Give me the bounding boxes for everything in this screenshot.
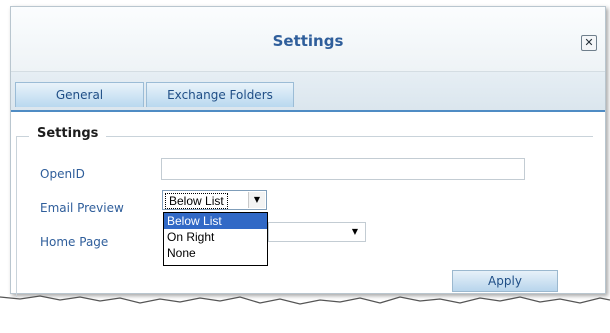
chevron-down-icon[interactable]: ▼ (248, 192, 265, 208)
email-preview-dropdown: Below List On Right None (163, 212, 268, 266)
openid-input[interactable] (161, 158, 525, 180)
option-on-right[interactable]: On Right (164, 229, 267, 245)
email-preview-select[interactable]: Below List ▼ (162, 190, 267, 210)
chevron-down-icon[interactable]: ▼ (347, 224, 363, 240)
home-page-label: Home Page (40, 235, 109, 249)
email-preview-label: Email Preview (40, 201, 124, 215)
tab-general[interactable]: General (15, 82, 144, 107)
option-below-list[interactable]: Below List (164, 213, 267, 229)
tab-strip: General Exchange Folders (11, 72, 605, 111)
close-icon: ✕ (584, 36, 594, 49)
tab-underline (11, 110, 605, 112)
home-page-select[interactable]: ▼ (268, 222, 366, 242)
settings-legend: Settings (29, 126, 107, 141)
dialog-titlebar: Settings ✕ (11, 7, 605, 72)
email-preview-selected-value: Below List (165, 193, 228, 209)
close-button[interactable]: ✕ (581, 35, 597, 51)
dialog-title: Settings (272, 32, 344, 50)
openid-label: OpenID (40, 167, 85, 181)
option-none[interactable]: None (164, 245, 267, 261)
torn-edge (0, 295, 610, 333)
tab-exchange-folders[interactable]: Exchange Folders (146, 82, 294, 107)
